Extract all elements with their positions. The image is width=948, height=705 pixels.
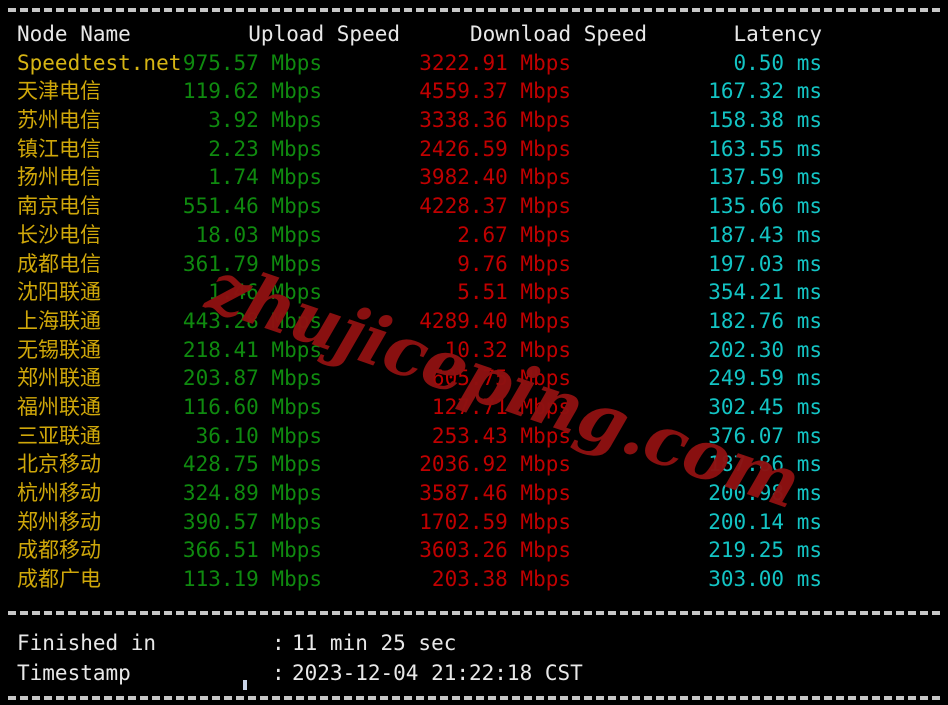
latency-cell: 137.59 ms [708,165,822,190]
table-header-row: Node Name Upload Speed Download Speed La… [0,20,948,49]
table-row: 沈阳联通 1.46 Mbps 5.51 Mbps 354.21 ms [0,278,948,307]
timestamp-colon: : [272,661,285,685]
table-row: 成都广电 113.19 Mbps 203.38 Mbps 303.00 ms [0,565,948,594]
latency-cell: 163.55 ms [708,136,822,161]
latency-cell: 158.38 ms [708,108,822,133]
latency-cell: 200.14 ms [708,509,822,534]
table-row: 长沙电信 18.03 Mbps 2.67 Mbps 187.43 ms [0,221,948,250]
separator-rule-middle [8,611,940,615]
table-row: 北京移动 428.75 Mbps 2036.92 Mbps 187.86 ms [0,450,948,479]
terminal-cursor [243,680,247,690]
latency-cell: 219.25 ms [708,538,822,563]
table-row: 福州联通 116.60 Mbps 127.71 Mbps 302.45 ms [0,393,948,422]
separator-rule-top [8,8,940,12]
table-row: 镇江电信 2.23 Mbps 2426.59 Mbps 163.55 ms [0,135,948,164]
finished-in-colon: : [272,631,285,655]
latency-cell: 187.43 ms [708,222,822,247]
latency-cell: 302.45 ms [708,394,822,419]
table-row: 三亚联通 36.10 Mbps 253.43 Mbps 376.07 ms [0,422,948,451]
table-row: 南京电信 551.46 Mbps 4228.37 Mbps 135.66 ms [0,192,948,221]
table-row: 郑州移动 390.57 Mbps 1702.59 Mbps 200.14 ms [0,508,948,537]
finished-in-row: Finished in : 11 min 25 sec [0,628,948,658]
latency-cell: 135.66 ms [708,194,822,219]
table-row: 天津电信 119.62 Mbps 4559.37 Mbps 167.32 ms [0,77,948,106]
table-row: 成都电信 361.79 Mbps 9.76 Mbps 197.03 ms [0,250,948,279]
column-header-latency: Latency [733,22,822,46]
latency-cell: 197.03 ms [708,251,822,276]
timestamp-value: 2023-12-04 21:22:18 CST [292,661,583,685]
latency-cell: 187.86 ms [708,452,822,477]
table-row: 杭州移动 324.89 Mbps 3587.46 Mbps 200.98 ms [0,479,948,508]
latency-cell: 249.59 ms [708,366,822,391]
finished-in-label: Finished in [17,631,157,655]
finished-in-value: 11 min 25 sec [292,631,457,655]
latency-cell: 202.30 ms [708,337,822,362]
table-row: 扬州电信 1.74 Mbps 3982.40 Mbps 137.59 ms [0,163,948,192]
table-row: 无锡联通 218.41 Mbps 10.32 Mbps 202.30 ms [0,336,948,365]
latency-cell: 0.50 ms [733,50,822,75]
speedtest-results-table: Node Name Upload Speed Download Speed La… [0,20,948,594]
latency-cell: 376.07 ms [708,423,822,448]
table-row: Speedtest.net 975.57 Mbps 3222.91 Mbps 0.50… [0,49,948,78]
table-row: 成都移动 366.51 Mbps 3603.26 Mbps 219.25 ms [0,536,948,565]
table-row: 上海联通 443.28 Mbps 4289.40 Mbps 182.76 ms [0,307,948,336]
latency-cell: 182.76 ms [708,308,822,333]
table-row: 郑州联通 203.87 Mbps 605.75 Mbps 249.59 ms [0,364,948,393]
timestamp-row: Timestamp : 2023-12-04 21:22:18 CST [0,658,948,688]
latency-cell: 303.00 ms [708,567,822,592]
latency-cell: 200.98 ms [708,481,822,505]
timestamp-label: Timestamp [17,661,131,685]
terminal-window: Node Name Upload Speed Download Speed La… [0,0,948,705]
table-row: 苏州电信 3.92 Mbps 3338.36 Mbps 158.38 ms [0,106,948,135]
summary-section: Finished in : 11 min 25 sec Timestamp : … [0,628,948,688]
latency-cell: 354.21 ms [708,280,822,305]
latency-cell: 167.32 ms [708,79,822,104]
separator-rule-bottom [8,696,940,700]
